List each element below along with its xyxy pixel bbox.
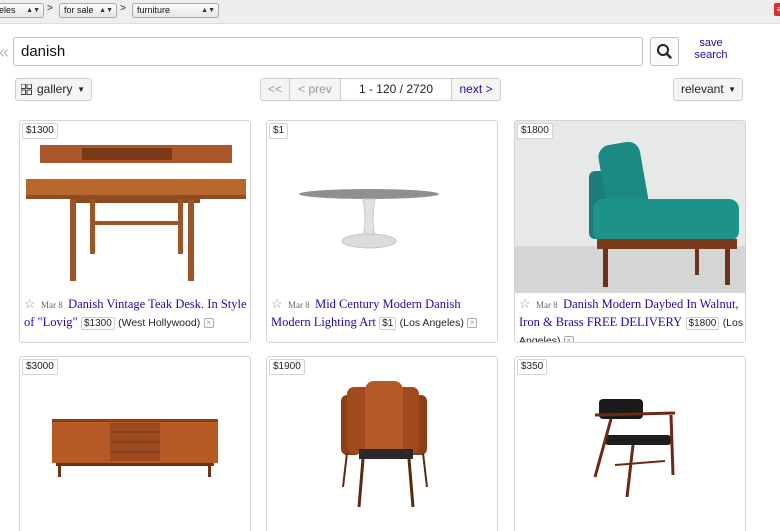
listing-info: ☆ Mar 8 Mid Century Modern Danish Modern… xyxy=(271,295,497,332)
listing-card[interactable]: $3000 xyxy=(19,356,251,531)
listing-card[interactable]: $1 ☆ Mar 8 Mid Century Modern Danish Mod… xyxy=(266,120,498,343)
hide-listing-icon[interactable]: × xyxy=(563,335,574,342)
save-search-link[interactable]: save search xyxy=(688,37,734,61)
save-search-label-line1: save xyxy=(699,37,723,49)
star-icon[interactable]: ☆ xyxy=(24,296,36,311)
breadcrumb-separator: > xyxy=(47,3,53,14)
listing-thumbnail[interactable] xyxy=(267,357,497,529)
listing-thumbnail[interactable] xyxy=(515,121,745,293)
sort-label: relevant xyxy=(681,82,724,96)
listing-price: $1800 xyxy=(685,317,720,330)
breadcrumb-separator: > xyxy=(120,3,126,14)
updown-arrow-icon: ▲▼ xyxy=(99,7,113,14)
hide-listing-icon[interactable]: × xyxy=(467,317,478,328)
result-range: 1 - 120 / 2720 xyxy=(341,79,452,100)
breadcrumb: eles ▲▼ > for sale ▲▼ > furniture ▲▼ ≡ xyxy=(0,0,780,24)
caret-down-icon: ▼ xyxy=(77,85,85,94)
double-chevron-left-icon[interactable]: « xyxy=(0,42,9,63)
search-button[interactable] xyxy=(650,37,679,66)
caret-down-icon: ▼ xyxy=(728,85,736,94)
star-icon[interactable]: ☆ xyxy=(519,296,531,311)
listing-price: $1 xyxy=(379,317,397,330)
location-select[interactable]: eles ▲▼ xyxy=(0,3,44,18)
first-page-button[interactable]: << xyxy=(261,79,290,100)
price-badge: $350 xyxy=(517,359,548,375)
listing-thumbnail[interactable] xyxy=(20,357,250,529)
listing-date: Mar 8 xyxy=(536,300,558,310)
listing-card[interactable]: $1800 ☆ Mar 8 Danish Modern Daybed In Wa… xyxy=(514,120,746,343)
magnifier-icon xyxy=(657,44,672,59)
next-page-button[interactable]: next > xyxy=(452,79,500,100)
location-select-label: eles xyxy=(0,5,16,15)
star-icon[interactable]: ☆ xyxy=(271,296,283,311)
grid-icon xyxy=(21,84,32,95)
view-mode-dropdown[interactable]: gallery ▼ xyxy=(15,78,92,101)
listing-thumbnail[interactable] xyxy=(267,121,497,293)
listing-info: ☆ Mar 8 Danish Vintage Teak Desk. In Sty… xyxy=(24,295,250,332)
listing-neighborhood: (Los Angeles) xyxy=(399,317,464,329)
price-badge: $1300 xyxy=(22,123,58,139)
search-input[interactable]: danish xyxy=(13,37,643,66)
listing-date: Mar 8 xyxy=(41,300,63,310)
listing-info: ☆ Mar 8 Danish Modern Daybed In Walnut, … xyxy=(519,295,745,342)
section-select[interactable]: for sale ▲▼ xyxy=(59,3,117,18)
listing-card[interactable]: $350 xyxy=(514,356,746,531)
pagination: << < prev 1 - 120 / 2720 next > xyxy=(260,78,501,101)
section-select-label: for sale xyxy=(64,5,94,15)
save-search-label-line2: search xyxy=(694,49,728,61)
updown-arrow-icon: ▲▼ xyxy=(201,7,215,14)
price-badge: $1 xyxy=(269,123,289,139)
price-badge: $3000 xyxy=(22,359,58,375)
browser-extension-icon[interactable]: ≡ xyxy=(774,3,780,16)
category-select[interactable]: furniture ▲▼ xyxy=(132,3,219,18)
sort-dropdown[interactable]: relevant ▼ xyxy=(673,78,743,101)
hide-listing-icon[interactable]: × xyxy=(203,317,214,328)
listing-neighborhood: (West Hollywood) xyxy=(118,317,201,329)
listing-price: $1300 xyxy=(80,317,115,330)
listing-thumbnail[interactable] xyxy=(515,357,745,529)
prev-page-button[interactable]: < prev xyxy=(290,79,341,100)
price-badge: $1800 xyxy=(517,123,553,139)
price-badge: $1900 xyxy=(269,359,305,375)
view-mode-label: gallery xyxy=(37,82,73,96)
listing-card[interactable]: $1900 xyxy=(266,356,498,531)
listing-date: Mar 8 xyxy=(288,300,310,310)
listing-thumbnail[interactable] xyxy=(20,121,250,293)
listing-card[interactable]: $1300 ☆ Mar 8 Danish Vintage Teak Desk. … xyxy=(19,120,251,343)
category-select-label: furniture xyxy=(137,5,171,15)
updown-arrow-icon: ▲▼ xyxy=(26,7,40,14)
